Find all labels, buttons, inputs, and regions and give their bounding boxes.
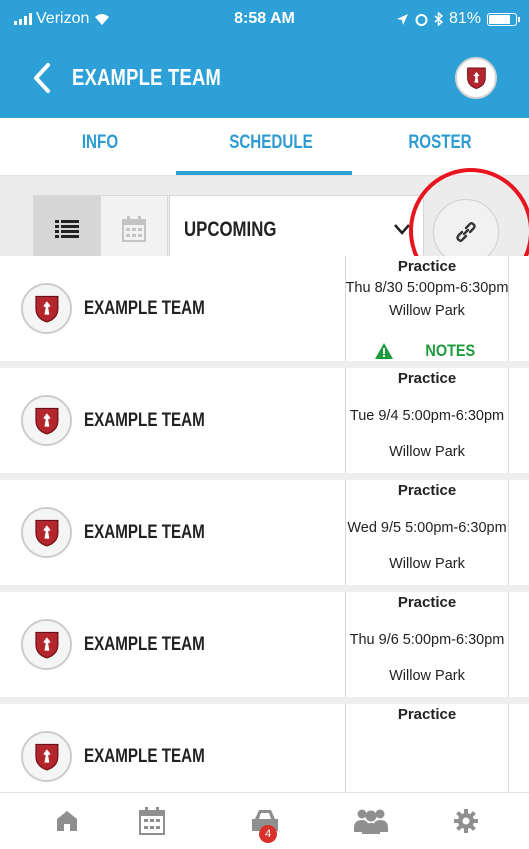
event-location: Willow Park [389, 303, 465, 319]
event-team-name: EXAMPLE TEAM [84, 410, 205, 431]
event-type: Practice [397, 370, 457, 387]
battery-icon [487, 12, 520, 26]
status-bar: Verizon 8:58 AM 81% [0, 0, 529, 40]
event-details: Practice Thu 8/30 5:00pm-6:30pm Willow P… [345, 256, 509, 361]
warning-icon [374, 343, 393, 359]
notes-label: NOTES [425, 341, 475, 360]
list-view-icon [54, 220, 79, 238]
event-datetime: Wed 9/5 5:00pm-6:30pm [347, 520, 507, 536]
event-details: Practice [345, 704, 509, 792]
team-logo-button[interactable] [455, 57, 497, 99]
event-row[interactable]: EXAMPLE TEAM Practice Tue 9/4 5:00pm-6:3… [0, 368, 529, 480]
carpool-badge: 4 [259, 825, 277, 843]
nav-calendar[interactable] [132, 803, 172, 839]
event-details: Practice Tue 9/4 5:00pm-6:30pm Willow Pa… [345, 368, 509, 473]
event-datetime: Tue 9/4 5:00pm-6:30pm [349, 408, 505, 424]
tab-roster[interactable]: ROSTER [396, 132, 484, 154]
battery-percent: 81% [448, 10, 481, 27]
nav-settings[interactable] [446, 803, 486, 839]
event-datetime: Thu 8/30 5:00pm-6:30pm [345, 280, 509, 296]
event-team-name: EXAMPLE TEAM [84, 746, 205, 767]
tab-bar: INFO SCHEDULE ROSTER [0, 118, 529, 176]
chevron-down-icon [394, 224, 410, 235]
event-type: Practice [397, 706, 457, 723]
event-team-name: EXAMPLE TEAM [84, 298, 205, 319]
event-list[interactable]: EXAMPLE TEAM Practice Thu 8/30 5:00pm-6:… [0, 256, 529, 792]
tab-info[interactable]: INFO [56, 132, 144, 154]
back-arrow-icon[interactable] [30, 61, 52, 95]
calendar-view-icon [122, 216, 146, 242]
tab-schedule[interactable]: SCHEDULE [219, 132, 323, 154]
team-crest-icon [34, 519, 59, 547]
nav-home[interactable] [47, 803, 87, 839]
event-notes-link[interactable]: NOTES [346, 341, 508, 361]
event-location: Willow Park [389, 668, 465, 684]
schedule-filter-select[interactable]: UPCOMING [169, 195, 424, 263]
calendar-view-button[interactable] [100, 195, 168, 263]
alarm-icon [415, 13, 428, 26]
settings-icon [454, 809, 478, 833]
event-team-name: EXAMPLE TEAM [84, 522, 205, 543]
team-avatar [21, 283, 72, 334]
event-details: Practice Thu 9/6 5:00pm-6:30pm Willow Pa… [345, 592, 509, 697]
schedule-filter-value: UPCOMING [184, 218, 277, 241]
event-type: Practice [397, 482, 457, 499]
app-screen: Verizon 8:58 AM 81% EXAMPLE TEAM INFO SC… [0, 0, 529, 849]
event-details: Practice Wed 9/5 5:00pm-6:30pm Willow Pa… [345, 480, 509, 585]
event-location: Willow Park [389, 444, 465, 460]
event-datetime: Thu 9/6 5:00pm-6:30pm [349, 632, 505, 648]
team-crest-icon [34, 295, 59, 323]
bluetooth-icon [434, 12, 443, 26]
event-location: Willow Park [389, 556, 465, 572]
home-icon [57, 811, 77, 831]
team-crest-icon [466, 67, 486, 90]
nav-team[interactable] [351, 803, 391, 839]
event-row[interactable]: EXAMPLE TEAM Practice Thu 9/6 5:00pm-6:3… [0, 592, 529, 704]
event-team-name: EXAMPLE TEAM [84, 634, 205, 655]
link-icon [456, 222, 476, 242]
team-avatar [21, 507, 72, 558]
status-right: 81% [396, 10, 520, 28]
event-row[interactable]: EXAMPLE TEAM Practice [0, 704, 529, 792]
team-crest-icon [34, 407, 59, 435]
event-row[interactable]: EXAMPLE TEAM Practice Wed 9/5 5:00pm-6:3… [0, 480, 529, 592]
team-icon [354, 809, 388, 834]
team-avatar [21, 395, 72, 446]
team-crest-icon [34, 743, 59, 771]
event-type: Practice [397, 258, 457, 275]
calendar-icon [139, 807, 165, 835]
nav-carpool[interactable]: 4 [245, 803, 285, 843]
app-header: EXAMPLE TEAM [0, 40, 529, 118]
location-icon [396, 13, 408, 25]
page-title: EXAMPLE TEAM [72, 64, 222, 90]
team-avatar [21, 619, 72, 670]
bottom-nav: 4 [0, 792, 529, 849]
event-row[interactable]: EXAMPLE TEAM Practice Thu 8/30 5:00pm-6:… [0, 256, 529, 368]
active-tab-indicator [176, 171, 352, 175]
list-view-button[interactable] [33, 195, 100, 263]
event-type: Practice [397, 594, 457, 611]
team-avatar [21, 731, 72, 782]
team-crest-icon [34, 631, 59, 659]
